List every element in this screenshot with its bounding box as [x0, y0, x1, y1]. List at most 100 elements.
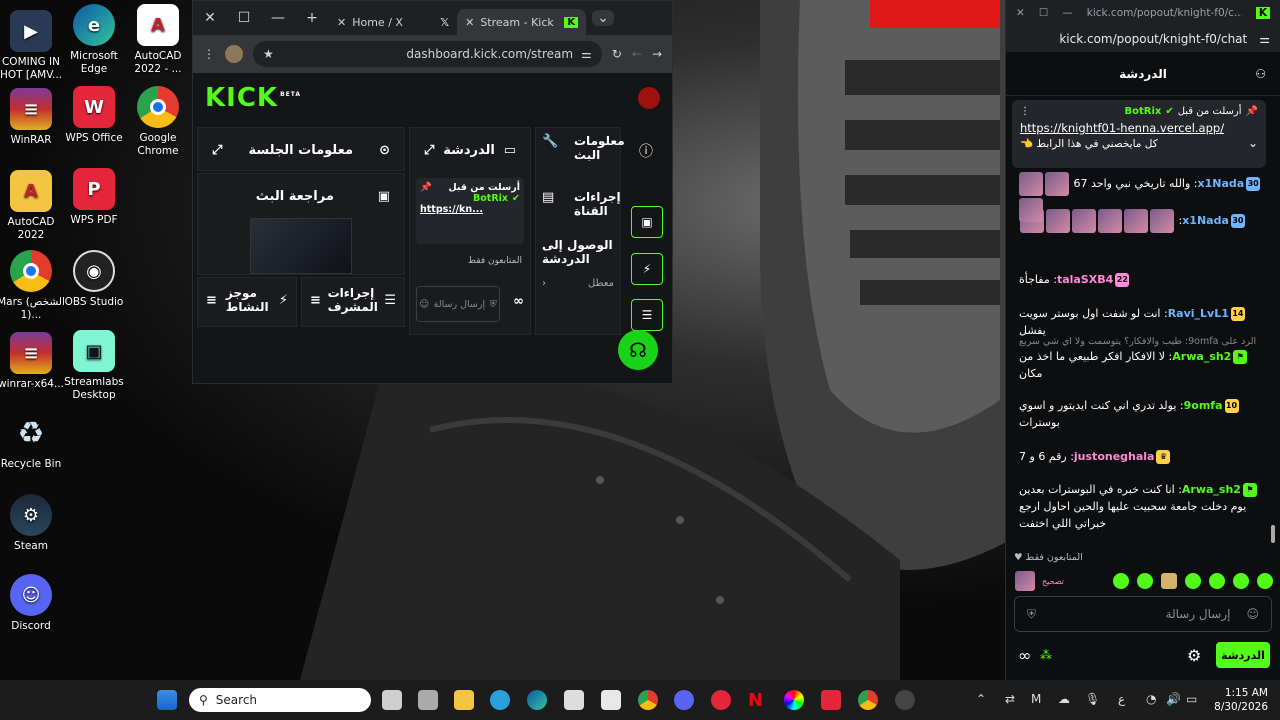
panel-session-info[interactable]: ⤢ معلومات الجلسة ⊙: [197, 127, 405, 171]
volume-icon[interactable]: 🔊: [1166, 692, 1181, 706]
site-settings-icon[interactable]: ⚌: [581, 47, 592, 61]
popup-address-bar[interactable]: kick.com/popout/knight-f0/chat ⚌: [1006, 26, 1280, 52]
film-icon[interactable]: ▤: [542, 190, 554, 218]
tray-m-icon[interactable]: M: [1031, 692, 1041, 706]
chat-input[interactable]: ⛨ إرسال رسالة ☺: [1014, 596, 1272, 632]
site-settings-icon[interactable]: ⚌: [1259, 32, 1270, 46]
desktop-icon-steam[interactable]: ⚙ Steam: [0, 494, 69, 553]
maximize-window-icon[interactable]: ☐: [227, 10, 261, 26]
tray-app-icon[interactable]: ⇄: [1005, 692, 1015, 706]
capcut-icon[interactable]: [601, 690, 621, 710]
desktop-icon-streamlabs[interactable]: ▣ Streamlabs Desktop: [56, 330, 132, 402]
user-avatar[interactable]: [638, 87, 660, 109]
kick-favicon-icon: K: [564, 16, 579, 28]
filter-icon[interactable]: ≡: [206, 293, 217, 308]
pdf-icon[interactable]: [711, 690, 731, 710]
chat-message-input[interactable]: ☺ إرسال رسالة ⛨: [416, 286, 500, 322]
desktop-icon-obs[interactable]: ◉ OBS Studio: [56, 250, 132, 309]
minimize-window-icon[interactable]: —: [261, 10, 295, 26]
infinity-icon[interactable]: ∞: [513, 294, 524, 309]
color-app-icon[interactable]: [784, 690, 804, 710]
desktop-icon-discord[interactable]: ☺ Discord: [0, 574, 69, 633]
chat-scrollbar[interactable]: [1271, 525, 1275, 543]
emote[interactable]: [1185, 573, 1201, 589]
taskbar-search[interactable]: ⚲ Search: [189, 688, 371, 712]
chrome-icon[interactable]: [638, 690, 658, 710]
pin-icon[interactable]: 📌: [1246, 106, 1258, 117]
messenger-icon[interactable]: [674, 690, 694, 710]
infinity-icon[interactable]: ∞: [1018, 646, 1031, 665]
reload-icon[interactable]: ↻: [612, 47, 622, 61]
maximize-window-icon[interactable]: ☐: [1039, 7, 1048, 19]
more-menu-icon[interactable]: ⋮: [203, 47, 215, 61]
emote[interactable]: [1161, 573, 1177, 589]
emote[interactable]: [1209, 573, 1225, 589]
url-field[interactable]: ★ dashboard.kick.com/stream ⚌: [253, 41, 602, 67]
panel-mod-actions[interactable]: ≡ إجراءات المشرف ☰: [301, 277, 405, 327]
close-tab-icon[interactable]: ✕: [465, 16, 474, 29]
store-icon[interactable]: [564, 690, 584, 710]
profile-avatar[interactable]: [225, 45, 243, 63]
chrome-active-icon[interactable]: [858, 690, 878, 710]
gear-icon[interactable]: ⚙: [1187, 646, 1201, 665]
emoji-icon[interactable]: ☺: [419, 299, 429, 310]
support-button[interactable]: ☊: [618, 330, 658, 370]
close-tab-icon[interactable]: ✕: [337, 16, 346, 29]
points-icon[interactable]: ⁂: [1040, 648, 1052, 662]
bookmark-star-icon[interactable]: ★: [263, 47, 274, 61]
info-icon[interactable]: ⓘ: [639, 141, 653, 161]
tab-kick-dashboard[interactable]: ✕ Stream - Kick Da K: [457, 9, 587, 35]
tab-home-x[interactable]: ✕ Home / X 𝕏: [329, 9, 457, 35]
widgets-icon[interactable]: [418, 690, 438, 710]
cloud-icon[interactable]: ☁: [1058, 692, 1070, 706]
expand-icon[interactable]: ⤢: [212, 143, 222, 158]
filter-icon[interactable]: ≡: [310, 293, 321, 308]
telegram-icon[interactable]: [490, 690, 510, 710]
wifi-icon[interactable]: ◔: [1146, 692, 1156, 706]
chat-send-button[interactable]: الدردشة: [1216, 642, 1270, 668]
panel-activity-summary[interactable]: ≡ موجز النشاط ⚡: [197, 277, 297, 327]
pinned-message: 📌 أرسلت من قبل BotRix ✔ https://kn...: [416, 178, 524, 244]
pin-icon[interactable]: 📌: [420, 182, 432, 193]
edge-icon[interactable]: [527, 690, 547, 710]
desktop-icon-wps-pdf[interactable]: P WPS PDF: [56, 168, 132, 227]
task-view-icon[interactable]: [382, 690, 402, 710]
quick-actions-button[interactable]: ⚡: [631, 253, 663, 285]
taskbar-clock[interactable]: 1:15 AM 8/30/2026: [1208, 686, 1268, 714]
battery-icon[interactable]: ▭: [1186, 692, 1197, 706]
file-explorer-icon[interactable]: [454, 690, 474, 710]
expand-icon[interactable]: ⤢: [424, 143, 434, 158]
minimize-window-icon[interactable]: —: [1062, 7, 1073, 19]
back-icon[interactable]: ←: [632, 47, 642, 61]
tray-overflow-icon[interactable]: ⌃: [976, 692, 986, 706]
notes-button[interactable]: ☰: [631, 299, 663, 331]
wrench-icon[interactable]: 🔧: [542, 134, 558, 162]
chevron-right-icon[interactable]: ›: [542, 278, 546, 289]
emote[interactable]: [1137, 573, 1153, 589]
list-icon: ☰: [384, 292, 396, 308]
close-window-icon[interactable]: ✕: [1016, 7, 1025, 19]
tab-search-dropdown-icon[interactable]: ⌄: [592, 10, 615, 26]
chevron-down-icon[interactable]: ⌄: [1248, 136, 1258, 150]
desktop-icon-chrome[interactable]: Google Chrome: [120, 86, 196, 158]
obs-icon[interactable]: [895, 690, 915, 710]
layout-button[interactable]: ▣: [631, 206, 663, 238]
wps-office-icon[interactable]: [821, 690, 841, 710]
microphone-icon[interactable]: 🎙: [1085, 692, 1100, 706]
more-menu-icon[interactable]: ⋮: [1020, 106, 1030, 117]
new-tab-icon[interactable]: +: [295, 10, 329, 26]
emote[interactable]: [1113, 573, 1129, 589]
desktop-icon-autocad-shortcut[interactable]: A AutoCAD 2022 - ...: [120, 4, 196, 76]
windows-start-icon[interactable]: [157, 690, 177, 710]
netflix-icon[interactable]: N: [748, 690, 768, 711]
kick-logo[interactable]: KICK BETA: [205, 83, 301, 113]
users-icon[interactable]: ⚇: [1255, 67, 1266, 81]
emoji-icon[interactable]: ☺: [1246, 607, 1259, 621]
stream-preview-thumbnail[interactable]: [250, 218, 352, 274]
emote-reaction-bar: تصحيح: [1014, 570, 1274, 592]
desktop-icon-recycle-bin[interactable]: ♻ Recycle Bin: [0, 412, 69, 471]
emote[interactable]: [1257, 573, 1273, 589]
forward-icon[interactable]: →: [652, 47, 662, 61]
close-window-icon[interactable]: ✕: [193, 10, 227, 26]
emote[interactable]: [1233, 573, 1249, 589]
